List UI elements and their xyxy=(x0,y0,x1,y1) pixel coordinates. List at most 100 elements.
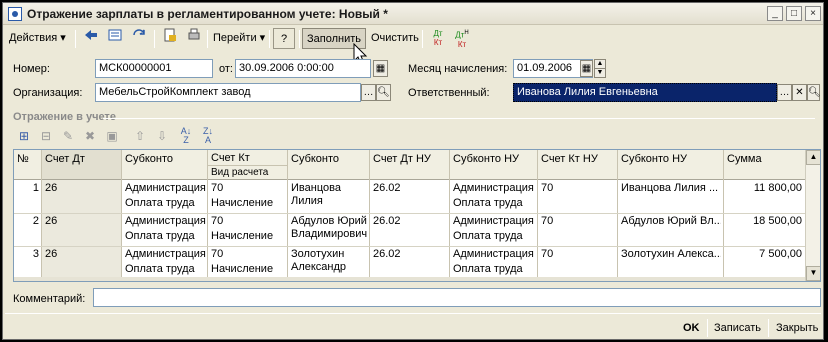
refresh-icon[interactable] xyxy=(128,28,150,49)
open-search-icon[interactable]: 🔍︎ xyxy=(376,84,391,101)
cell-sub-nu2[interactable]: Иванцова Лилия ... xyxy=(621,182,721,194)
back-arrow-icon[interactable] xyxy=(80,28,102,49)
cell-sub1-a[interactable]: Администрация xyxy=(125,248,206,260)
clear-button[interactable]: Очистить xyxy=(367,28,423,49)
cell-calc-kind[interactable]: Начисление xyxy=(211,197,273,209)
cell-acct-dt[interactable]: 26 xyxy=(45,248,57,260)
cell-acct-kt[interactable]: 70 xyxy=(211,248,223,260)
title-bar: Отражение зарплаты в регламентированном … xyxy=(3,3,823,25)
minimize-button[interactable]: _ xyxy=(767,6,783,21)
cell-sub-nu2[interactable]: Абдулов Юрий Вл... xyxy=(621,215,721,227)
cell-sub2-a[interactable]: Золотухин xyxy=(291,248,344,260)
save-button[interactable]: Записать xyxy=(714,319,761,337)
date-field[interactable]: 30.09.2006 0:00:00 xyxy=(235,59,371,78)
comment-field[interactable] xyxy=(93,288,821,307)
cell-sub1-b[interactable]: Оплата труда xyxy=(125,263,195,275)
calendar-icon[interactable]: ▦ xyxy=(373,60,388,77)
header-sub1[interactable]: Субконто xyxy=(125,153,173,165)
cell-sub1-a[interactable]: Администрация xyxy=(125,182,206,194)
header-num[interactable]: № xyxy=(17,153,29,165)
select-ellipsis-icon[interactable]: … xyxy=(361,84,376,101)
dt-kt-tax-report-icon[interactable]: ДтН Кт xyxy=(451,28,473,49)
print-icon[interactable] xyxy=(183,28,205,49)
copy-row-icon[interactable]: ⊟ xyxy=(37,127,55,145)
clear-x-icon[interactable]: ✕ xyxy=(792,84,807,101)
close-window-button[interactable]: × xyxy=(805,6,821,21)
organization-field[interactable]: МебельСтройКомплект завод xyxy=(95,83,361,102)
move-down-icon[interactable]: ⇩ xyxy=(153,127,171,145)
cell-acct-kt[interactable]: 70 xyxy=(211,215,223,227)
header-acct-dt-nu[interactable]: Счет Дт НУ xyxy=(373,153,431,165)
cell-sub2-a[interactable]: Иванцова xyxy=(291,182,341,194)
vertical-scrollbar[interactable]: ▲ ▼ xyxy=(805,150,820,281)
cell-sub1-b[interactable]: Оплата труда xyxy=(125,230,195,242)
table-row[interactable]: 3 26 Администрация Оплата труда 70 Начис… xyxy=(14,247,806,279)
header-calc-kind[interactable]: Вид расчета xyxy=(211,167,268,178)
section-title: Отражение в учете xyxy=(13,111,116,123)
entries-table[interactable]: № Счет Дт Субконто Счет Кт Вид расчета С… xyxy=(13,149,821,282)
cell-sum[interactable]: 18 500,00 xyxy=(726,215,802,227)
select-ellipsis-icon[interactable]: … xyxy=(777,84,792,101)
cell-acct-kt-nu[interactable]: 70 xyxy=(541,248,553,260)
cell-acct-dt[interactable]: 26 xyxy=(45,182,57,194)
cell-sub-nu1-b[interactable]: Оплата труда xyxy=(453,230,523,242)
cell-calc-kind[interactable]: Начисление xyxy=(211,230,273,242)
responsible-field[interactable]: Иванова Лилия Евгеньевна xyxy=(513,83,777,102)
cell-acct-dt-nu[interactable]: 26.02 xyxy=(373,215,401,227)
sort-asc-icon[interactable]: A↓ Z xyxy=(177,127,195,145)
cell-acct-dt-nu[interactable]: 26.02 xyxy=(373,182,401,194)
header-acct-dt[interactable]: Счет Дт xyxy=(45,153,85,165)
row-number: 3 xyxy=(32,248,39,260)
structure-icon[interactable] xyxy=(104,28,126,49)
dt-kt-report-icon[interactable]: Дт Кт xyxy=(427,28,449,49)
cell-sum[interactable]: 11 800,00 xyxy=(726,182,802,194)
cell-sub2-b[interactable]: Лилия xyxy=(291,195,323,207)
sort-desc-icon[interactable]: Z↓ A xyxy=(199,127,217,145)
header-sub-nu1[interactable]: Субконто НУ xyxy=(453,153,519,165)
scroll-up-icon[interactable]: ▲ xyxy=(806,150,820,165)
cell-sub-nu1-b[interactable]: Оплата труда xyxy=(453,263,523,275)
open-search-icon[interactable]: 🔍︎ xyxy=(807,84,821,101)
cell-sub1-b[interactable]: Оплата труда xyxy=(125,197,195,209)
table-row[interactable]: 2 26 Администрация Оплата труда 70 Начис… xyxy=(14,214,806,246)
delete-row-icon[interactable]: ✖ xyxy=(81,127,99,145)
cell-acct-kt[interactable]: 70 xyxy=(211,182,223,194)
cell-sub-nu1-a[interactable]: Администрация xyxy=(453,248,534,260)
move-up-icon[interactable]: ⇧ xyxy=(131,127,149,145)
goto-menu-button[interactable]: Перейти ▾ xyxy=(209,28,269,49)
cell-calc-kind[interactable]: Начисление xyxy=(211,263,273,275)
end-edit-icon[interactable]: ▣ xyxy=(103,127,121,145)
header-sub2[interactable]: Субконто xyxy=(291,153,339,165)
close-button[interactable]: Закрыть xyxy=(776,319,818,337)
post-document-icon[interactable] xyxy=(159,28,181,49)
edit-row-icon[interactable]: ✎ xyxy=(59,127,77,145)
cell-sub2-b[interactable]: Владимирович xyxy=(291,228,367,240)
help-button[interactable]: ? xyxy=(273,28,295,49)
horizontal-scrollbar[interactable] xyxy=(14,277,806,281)
cell-sum[interactable]: 7 500,00 xyxy=(726,248,802,260)
cell-sub-nu1-a[interactable]: Администрация xyxy=(453,182,534,194)
cell-acct-kt-nu[interactable]: 70 xyxy=(541,215,553,227)
header-sum[interactable]: Сумма xyxy=(727,153,762,165)
actions-menu-button[interactable]: Действия ▾ xyxy=(5,28,70,49)
number-field[interactable]: МСК00000001 xyxy=(95,59,213,78)
calendar-icon[interactable]: ▦ xyxy=(580,60,593,77)
cell-sub2-b[interactable]: Александр xyxy=(291,261,346,273)
cell-sub-nu1-a[interactable]: Администрация xyxy=(453,215,534,227)
cell-sub2-a[interactable]: Абдулов Юрий xyxy=(291,215,367,227)
cell-sub-nu2[interactable]: Золотухин Алекса... xyxy=(621,248,721,260)
ok-button[interactable]: OK xyxy=(683,319,700,337)
table-row[interactable]: 1 26 Администрация Оплата труда 70 Начис… xyxy=(14,181,806,213)
cell-acct-dt-nu[interactable]: 26.02 xyxy=(373,248,401,260)
spin-down-icon[interactable]: ▼ xyxy=(594,68,606,78)
header-acct-kt-nu[interactable]: Счет Кт НУ xyxy=(541,153,598,165)
cell-sub-nu1-b[interactable]: Оплата труда xyxy=(453,197,523,209)
header-acct-kt[interactable]: Счет Кт xyxy=(211,152,250,164)
header-sub-nu2[interactable]: Субконто НУ xyxy=(621,153,687,165)
cell-acct-kt-nu[interactable]: 70 xyxy=(541,182,553,194)
add-row-icon[interactable]: ⊞ xyxy=(15,127,33,145)
cell-acct-dt[interactable]: 26 xyxy=(45,215,57,227)
maximize-button[interactable]: □ xyxy=(786,6,802,21)
scroll-down-icon[interactable]: ▼ xyxy=(806,266,820,281)
cell-sub1-a[interactable]: Администрация xyxy=(125,215,206,227)
